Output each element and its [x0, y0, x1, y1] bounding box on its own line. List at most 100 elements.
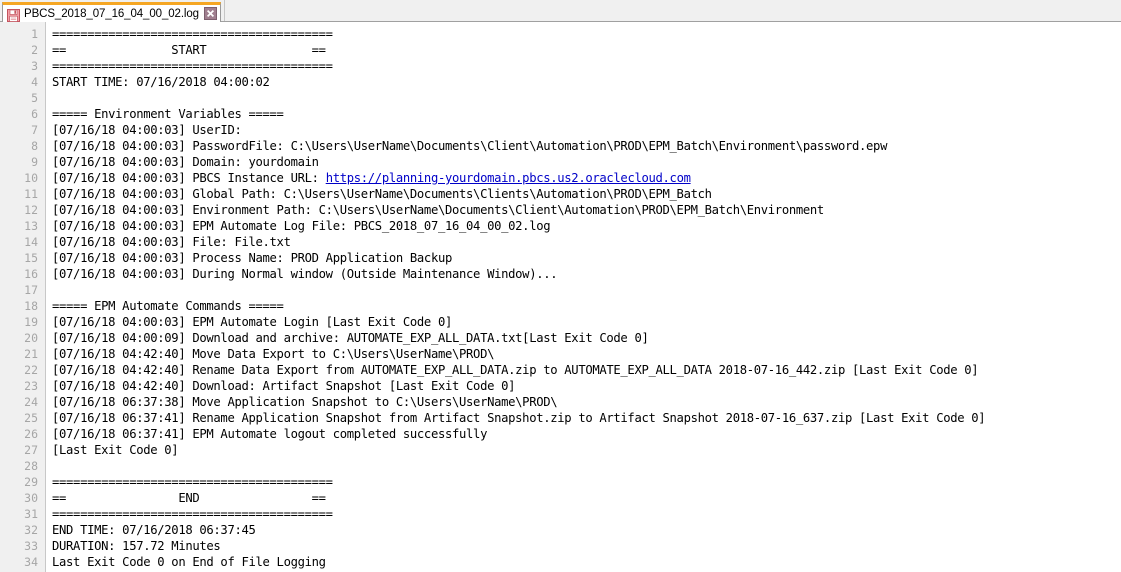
tab-bar: PBCS_2018_07_16_04_00_02.log — [0, 0, 1121, 22]
line-number: 10 — [24, 171, 38, 185]
line-number: 16 — [24, 267, 38, 281]
log-line: [07/16/18 04:00:03] UserID: — [52, 122, 1121, 138]
log-line-text: [07/16/18 04:00:03] PBCS Instance URL: — [52, 171, 326, 185]
log-line-text: == END == — [52, 491, 326, 505]
log-line: [07/16/18 04:00:03] Process Name: PROD A… — [52, 250, 1121, 266]
log-line: ======================================== — [52, 26, 1121, 42]
log-line-text: == START == — [52, 43, 326, 57]
log-line-text: [07/16/18 04:00:03] File: File.txt — [52, 235, 291, 249]
log-line: [07/16/18 04:42:40] Rename Data Export f… — [52, 362, 1121, 378]
line-number: 20 — [24, 331, 38, 345]
log-line: [07/16/18 04:00:03] PasswordFile: C:\Use… — [52, 138, 1121, 154]
log-line: END TIME: 07/16/2018 06:37:45 — [52, 522, 1121, 538]
line-number: 1 — [31, 27, 38, 41]
instance-url-link[interactable]: https://planning-yourdomain.pbcs.us2.ora… — [326, 171, 691, 185]
line-number: 18 — [24, 299, 38, 313]
log-line-text: ===== EPM Automate Commands ===== — [52, 299, 284, 313]
log-line-text: [07/16/18 04:00:03] Environment Path: C:… — [52, 203, 824, 217]
line-number: 33 — [24, 539, 38, 553]
line-number: 22 — [24, 363, 38, 377]
log-line-text: ===== Environment Variables ===== — [52, 107, 284, 121]
line-number: 11 — [24, 187, 38, 201]
line-number: 17 — [24, 283, 38, 297]
tab-bar-empty-area — [223, 0, 1121, 21]
tab-log-file[interactable]: PBCS_2018_07_16_04_00_02.log — [2, 2, 221, 22]
log-line-text: ======================================== — [52, 507, 333, 521]
log-line-text: [07/16/18 04:00:03] Domain: yourdomain — [52, 155, 319, 169]
line-number: 34 — [24, 555, 38, 569]
log-text-content[interactable]: ========================================… — [46, 22, 1121, 572]
line-number: 8 — [31, 139, 38, 153]
log-line-text: DURATION: 157.72 Minutes — [52, 539, 221, 553]
log-line: [07/16/18 04:00:03] Environment Path: C:… — [52, 202, 1121, 218]
log-line: [07/16/18 04:00:09] Download and archive… — [52, 330, 1121, 346]
log-line: [07/16/18 04:42:40] Download: Artifact S… — [52, 378, 1121, 394]
log-line: [07/16/18 06:37:41] EPM Automate logout … — [52, 426, 1121, 442]
log-line-text: [07/16/18 04:42:40] Rename Data Export f… — [52, 363, 979, 377]
line-number: 32 — [24, 523, 38, 537]
log-line: == END == — [52, 490, 1121, 506]
log-line-text: [07/16/18 04:42:40] Download: Artifact S… — [52, 379, 516, 393]
log-line: ===== Environment Variables ===== — [52, 106, 1121, 122]
log-line: [07/16/18 04:00:03] Domain: yourdomain — [52, 154, 1121, 170]
log-line: [07/16/18 04:00:03] EPM Automate Login [… — [52, 314, 1121, 330]
log-line-text: [07/16/18 04:00:03] EPM Automate Log Fil… — [52, 219, 551, 233]
log-line-text: [07/16/18 04:00:03] Process Name: PROD A… — [52, 251, 452, 265]
log-line: [07/16/18 04:00:03] PBCS Instance URL: h… — [52, 170, 1121, 186]
log-line: ===== EPM Automate Commands ===== — [52, 298, 1121, 314]
log-line-text: [07/16/18 06:37:38] Move Application Sna… — [52, 395, 558, 409]
line-number: 7 — [31, 123, 38, 137]
line-number-gutter: 1 2 3 4 5 6 7 8 9 10 11 12 13 14 15 16 17 18 19 20 21 22 23 24 2… — [0, 22, 46, 572]
log-line-text: [07/16/18 06:37:41] Rename Application S… — [52, 411, 986, 425]
log-line-text: [07/16/18 04:00:03] PasswordFile: C:\Use… — [52, 139, 888, 153]
log-line-text: START TIME: 07/16/2018 04:00:02 — [52, 75, 270, 89]
log-line: [Last Exit Code 0] — [52, 442, 1121, 458]
log-viewer-window: PBCS_2018_07_16_04_00_02.log 1 2 3 4 5 6 7 8 9 10… — [0, 0, 1121, 572]
log-line: [07/16/18 04:42:40] Move Data Export to … — [52, 346, 1121, 362]
line-number: 28 — [24, 459, 38, 473]
line-number: 6 — [31, 107, 38, 121]
log-line: ======================================== — [52, 506, 1121, 522]
close-icon[interactable] — [203, 7, 217, 20]
log-line-text: [07/16/18 04:00:03] Global Path: C:\User… — [52, 187, 712, 201]
log-line: [07/16/18 04:00:03] EPM Automate Log Fil… — [52, 218, 1121, 234]
editor: 1 2 3 4 5 6 7 8 9 10 11 12 13 14 15 16 17 18 19 20 21 22 23 24 2… — [0, 22, 1121, 572]
line-number: 4 — [31, 75, 38, 89]
line-number: 9 — [31, 155, 38, 169]
log-line-text: [07/16/18 04:00:09] Download and archive… — [52, 331, 649, 345]
log-line: Last Exit Code 0 on End of File Logging — [52, 554, 1121, 570]
log-line-text: ======================================== — [52, 475, 333, 489]
log-line: == START == — [52, 42, 1121, 58]
line-number: 19 — [24, 315, 38, 329]
log-line-text: [07/16/18 06:37:41] EPM Automate logout … — [52, 427, 488, 441]
line-number: 31 — [24, 507, 38, 521]
log-line-text: Last Exit Code 0 on End of File Logging — [52, 555, 326, 569]
line-number: 27 — [24, 443, 38, 457]
line-number: 30 — [24, 491, 38, 505]
line-number: 13 — [24, 219, 38, 233]
line-number: 23 — [24, 379, 38, 393]
line-number: 25 — [24, 411, 38, 425]
line-number: 2 — [31, 43, 38, 57]
line-number: 14 — [24, 235, 38, 249]
log-line-text: [07/16/18 04:00:03] EPM Automate Login [… — [52, 315, 452, 329]
tab-label: PBCS_2018_07_16_04_00_02.log — [24, 7, 199, 20]
log-line-text: [07/16/18 04:42:40] Move Data Export to … — [52, 347, 495, 361]
log-line: ======================================== — [52, 58, 1121, 74]
line-number: 12 — [24, 203, 38, 217]
log-line: [07/16/18 04:00:03] File: File.txt — [52, 234, 1121, 250]
log-line-text: [Last Exit Code 0] — [52, 443, 179, 457]
line-number: 3 — [31, 59, 38, 73]
log-line: ======================================== — [52, 474, 1121, 490]
line-number: 21 — [24, 347, 38, 361]
log-line-text: END TIME: 07/16/2018 06:37:45 — [52, 523, 256, 537]
save-floppy-icon — [7, 7, 20, 22]
log-line: DURATION: 157.72 Minutes — [52, 538, 1121, 554]
line-number: 26 — [24, 427, 38, 441]
log-line-text: ======================================== — [52, 59, 333, 73]
log-line-text: [07/16/18 04:00:03] UserID: — [52, 123, 242, 137]
line-number: 29 — [24, 475, 38, 489]
